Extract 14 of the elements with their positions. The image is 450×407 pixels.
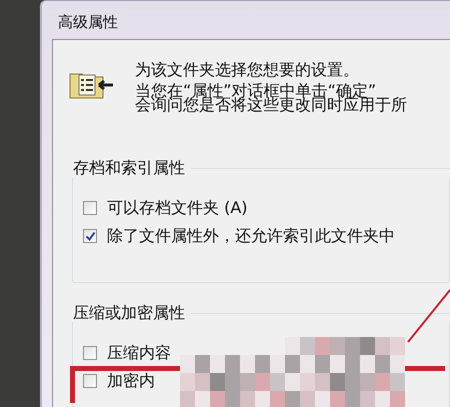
description-line: 会询问您是否将这些更改同时应用于所 bbox=[135, 98, 407, 112]
checkbox[interactable] bbox=[83, 229, 97, 243]
checkbox-label: 加密内 bbox=[107, 370, 155, 392]
checkbox-label: 可以存档文件夹 (A) bbox=[107, 197, 248, 219]
description-line: 当您在“属性”对话框中单击“确定” bbox=[135, 84, 376, 98]
checkbox-label: 压缩内容 bbox=[107, 342, 171, 364]
window-title: 高级属性 bbox=[57, 12, 119, 33]
checkbox[interactable] bbox=[83, 201, 97, 215]
group-title: 压缩或加密属性 bbox=[73, 304, 185, 322]
checkbox[interactable] bbox=[83, 346, 97, 360]
checkbox[interactable] bbox=[83, 374, 97, 388]
description-line: 为该文件夹选择您想要的设置。 bbox=[135, 60, 360, 80]
group-title: 存档和索引属性 bbox=[73, 159, 185, 177]
checkbox-label: 除了文件属性外，还允许索引此文件夹中 bbox=[107, 225, 395, 247]
